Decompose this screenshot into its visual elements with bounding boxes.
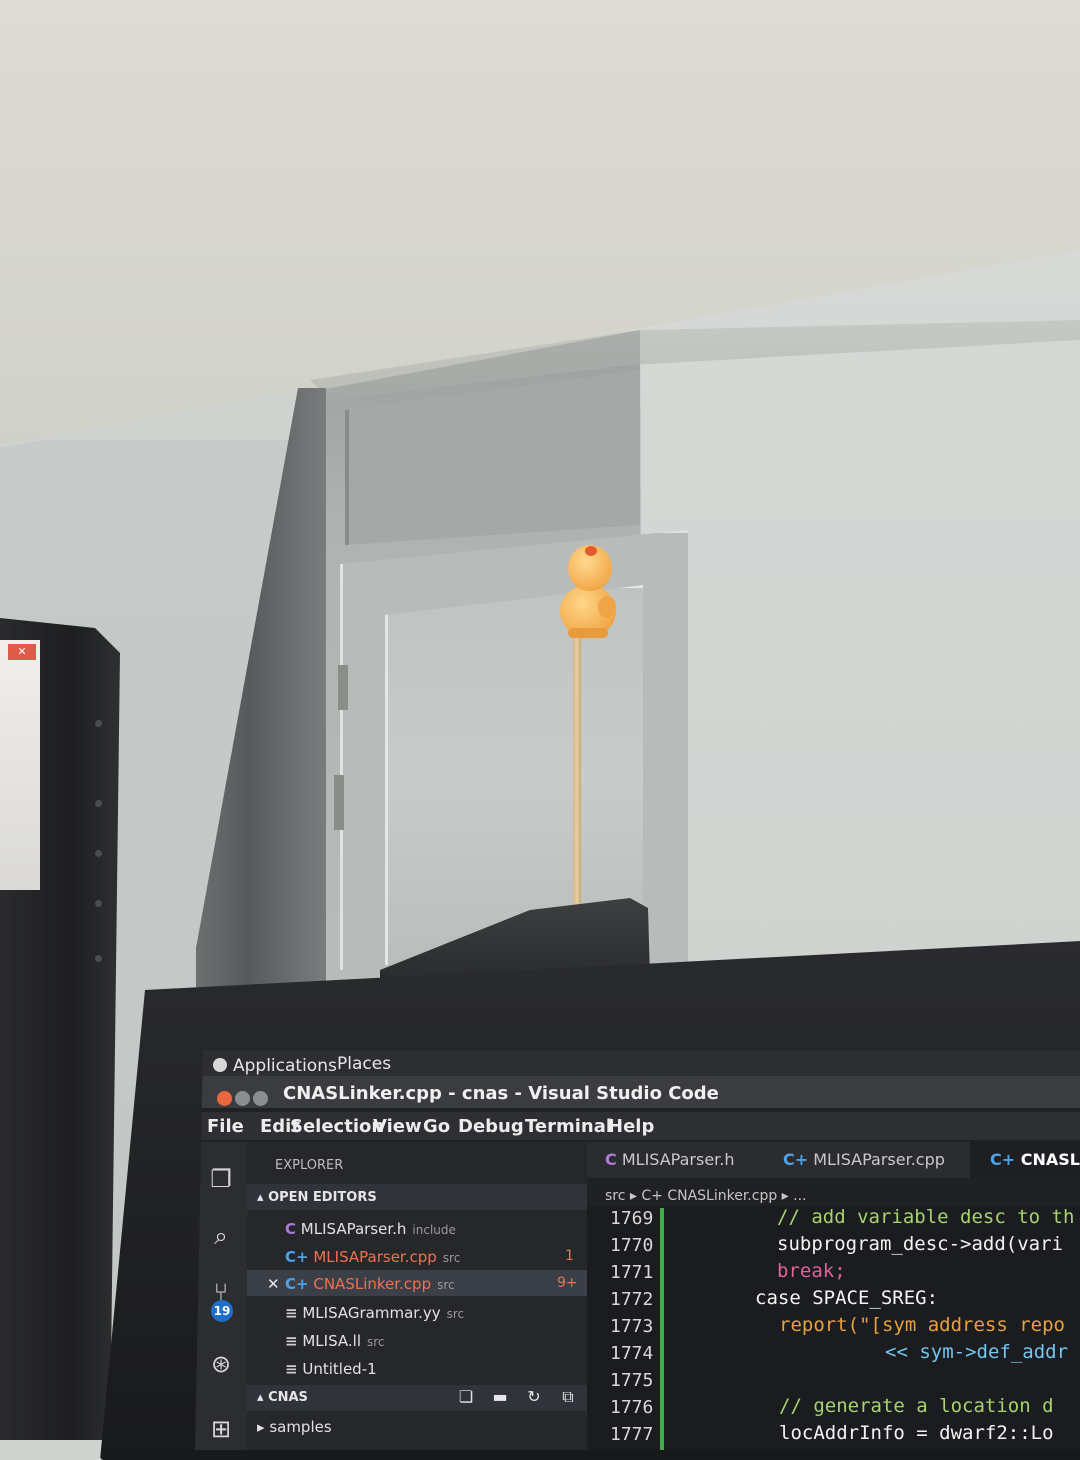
wooden-stick [573,620,581,915]
code-line: report("[sym address repo [779,1314,1065,1336]
line-number: 1772 [610,1289,654,1310]
text-file-icon: ≡ [285,1332,298,1350]
tab-label: MLISAParser.h [621,1150,735,1169]
folder-name: samples [269,1418,332,1436]
duck-figure-feet [568,628,608,638]
window-maximize-button[interactable] [253,1091,268,1106]
extensions-icon[interactable]: ⊞ [207,1415,235,1443]
window-close-button[interactable] [217,1091,232,1106]
open-editor-filename: MLISA.ll [302,1332,361,1350]
monitor-screen: Applications Places CNASLinker.cpp - cna… [195,1050,1080,1450]
menu-terminal[interactable]: Terminal [525,1116,612,1137]
menu-go[interactable]: Go [423,1116,450,1137]
open-editor-item[interactable]: C MLISAParser.h include [285,1220,456,1238]
open-editors-label: ▴ OPEN EDITORS [257,1190,377,1205]
line-number: 1775 [610,1370,654,1391]
modified-lines-gutter [660,1208,664,1450]
code-line: subprogram_desc->add(vari [777,1233,1063,1255]
open-editor-folder: include [412,1223,456,1237]
line-number: 1769 [610,1208,654,1229]
window-title: CNASLinker.cpp - cnas - Visual Studio Co… [283,1083,719,1104]
applications-icon[interactable] [213,1058,227,1072]
tab-mlisaparser-h[interactable]: C MLISAParser.h [605,1150,735,1169]
menu-view[interactable]: View [373,1116,422,1137]
code-line: locAddrInfo = dwarf2::Lo [779,1422,1054,1444]
problems-count: 9+ [557,1275,578,1291]
window-minimize-button[interactable] [235,1091,250,1106]
code-line: << sym->def_addr [885,1341,1069,1363]
open-editor-filename: CNASLinker.cpp [313,1275,432,1293]
files-icon[interactable]: ❐ [207,1165,235,1193]
source-control-badge: 19 [211,1300,233,1322]
close-icon: ✕ [8,644,36,660]
cpp-file-icon: C+ [285,1248,309,1266]
line-number: 1771 [610,1262,654,1283]
left-monitor-screen [0,640,40,890]
door-hinge [334,775,344,830]
line-number: 1773 [610,1316,654,1337]
new-folder-icon[interactable]: ▬ [491,1388,509,1406]
open-editor-folder: src [446,1307,465,1321]
places-menu[interactable]: Places [337,1054,391,1074]
breadcrumb[interactable]: src ▸ C+ CNASLinker.cpp ▸ ... [605,1188,807,1204]
monitor-led [95,720,102,727]
line-number: 1777 [610,1424,654,1445]
workspace-label: ▴ CNAS [257,1390,308,1405]
menu-help[interactable]: Help [608,1116,654,1137]
open-editor-folder: src [437,1278,455,1292]
tab-cnaslinker-cpp[interactable]: C+ CNASLin [990,1150,1080,1169]
applications-menu[interactable]: Applications [233,1056,337,1076]
open-editor-filename: MLISAParser.cpp [313,1248,437,1266]
monitor-button [95,900,102,907]
text-file-icon: ≡ [285,1360,298,1378]
menu-file[interactable]: File [207,1116,244,1137]
open-editor-item[interactable]: C+ MLISAParser.cpp src [285,1248,460,1266]
c-file-icon: C [605,1150,617,1169]
collapse-all-icon[interactable]: ⧉ [559,1388,577,1406]
cpp-file-icon: C+ [990,1150,1016,1169]
search-icon[interactable]: ⌕ [207,1222,235,1250]
folder-item[interactable]: ▸ samples [257,1418,332,1436]
open-editor-folder: src [366,1335,385,1349]
open-editor-filename: Untitled-1 [302,1360,377,1378]
explorer-title: EXPLORER [275,1158,344,1173]
text-file-icon: ≡ [285,1304,298,1322]
cpp-file-icon: C+ [285,1275,309,1293]
problems-count: 1 [565,1248,574,1264]
open-editor-item[interactable]: ≡ MLISA.ll src [285,1332,385,1350]
line-number: 1770 [610,1235,654,1256]
menu-selection[interactable]: Selection [290,1116,384,1137]
door-hinge [338,665,348,710]
line-number: 1776 [610,1397,654,1418]
refresh-icon[interactable]: ↻ [525,1388,543,1406]
code-line: case SPACE_SREG: [755,1287,939,1309]
close-icon[interactable]: ✕ [267,1275,280,1293]
code-line: break; [777,1260,846,1282]
open-editor-filename: MLISAGrammar.yy [302,1304,441,1322]
open-editor-folder: src [442,1251,461,1265]
debug-icon[interactable]: ⊛ [207,1350,235,1378]
cpp-file-icon: C+ [783,1150,809,1169]
code-line: // add variable desc to th [777,1206,1075,1228]
open-editor-item[interactable]: C+ CNASLinker.cpp src [285,1275,455,1293]
line-number: 1774 [610,1343,654,1364]
open-editor-filename: MLISAParser.h [300,1220,407,1238]
code-line: // generate a location d [779,1395,1054,1417]
monitor-button [95,800,102,807]
tab-label: MLISAParser.cpp [813,1150,945,1169]
open-editor-item[interactable]: ≡ MLISAGrammar.yy src [285,1304,464,1322]
monitor-button [95,850,102,857]
tab-label: CNASLin [1020,1150,1080,1169]
c-file-icon: C [285,1220,297,1238]
menu-debug[interactable]: Debug [458,1116,524,1137]
new-file-icon[interactable]: ❏ [457,1388,475,1406]
open-editor-item[interactable]: ≡ Untitled-1 [285,1360,377,1378]
tab-mlisaparser-cpp[interactable]: C+ MLISAParser.cpp [783,1150,945,1169]
duck-figure-beak [585,546,597,556]
monitor-button [95,955,102,962]
duck-figure-wing [598,596,616,618]
